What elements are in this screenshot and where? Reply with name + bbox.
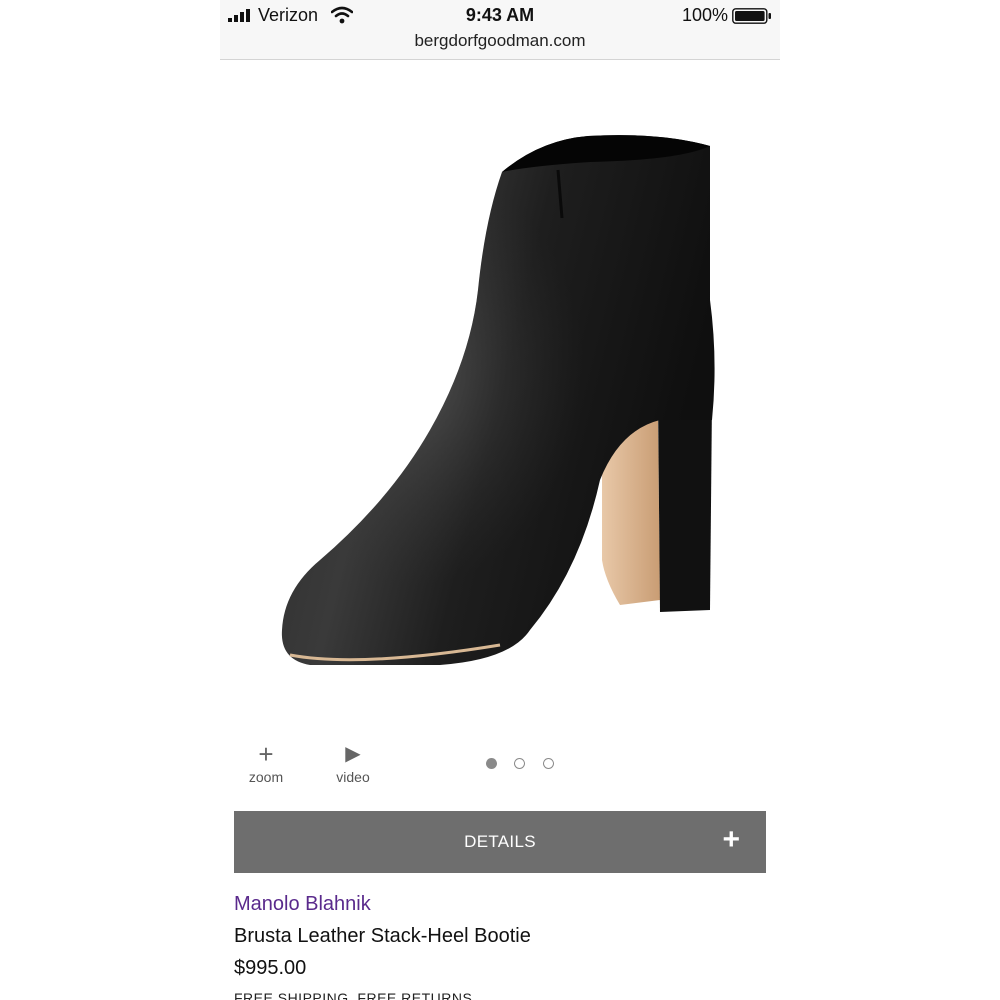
pagination-dot[interactable] xyxy=(543,758,554,769)
url-text[interactable]: bergdorfgoodman.com xyxy=(220,31,780,51)
battery-percentage: 100% xyxy=(681,5,728,25)
brand-link[interactable]: Manolo Blahnik xyxy=(234,893,371,916)
product-title: Brusta Leather Stack-Heel Bootie xyxy=(234,925,531,947)
expand-plus-icon: + xyxy=(722,823,740,856)
video-button[interactable]: ▶ video xyxy=(321,740,385,792)
details-accordion-button[interactable]: DETAILS + xyxy=(234,811,766,873)
play-icon: ▶ xyxy=(345,743,361,765)
product-price: $995.00 xyxy=(234,957,307,979)
pagination-dot[interactable] xyxy=(514,758,525,769)
shipping-notice: FREE SHIPPING. FREE RETURNS xyxy=(234,990,473,1000)
product-image[interactable] xyxy=(240,100,760,720)
video-label: video xyxy=(336,769,370,785)
zoom-button[interactable]: + zoom xyxy=(234,740,298,792)
plus-icon: + xyxy=(258,739,274,769)
pagination-dot-active[interactable] xyxy=(486,758,497,769)
zoom-label: zoom xyxy=(248,769,284,785)
address-bar[interactable]: bergdorfgoodman.com xyxy=(220,30,780,60)
status-bar: Verizon 9:43 AM 100% xyxy=(220,0,780,30)
phone-screen: Verizon 9:43 AM 100% bergdorfgoodman.com xyxy=(220,0,780,1000)
details-label: DETAILS xyxy=(464,832,536,851)
image-pagination xyxy=(486,758,566,772)
battery-icon xyxy=(732,8,771,24)
